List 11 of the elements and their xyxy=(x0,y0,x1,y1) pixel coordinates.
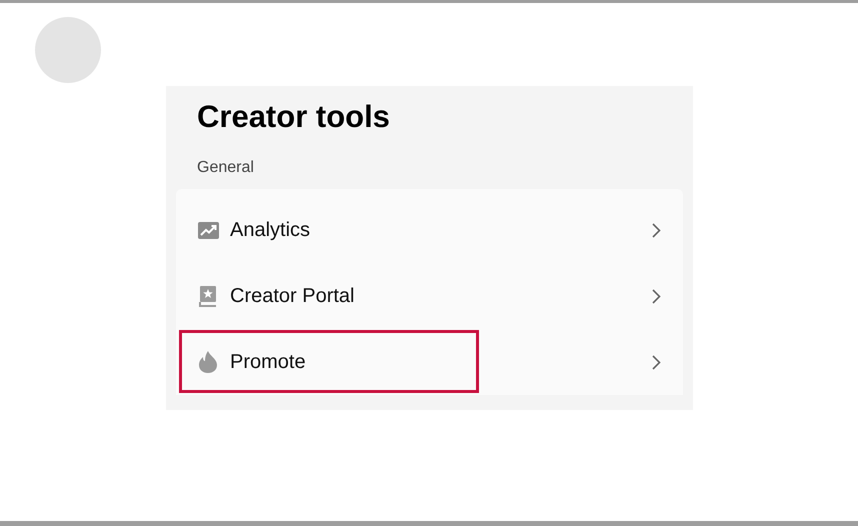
chart-icon xyxy=(198,222,218,238)
menu-item[interactable]: Analytics xyxy=(176,197,683,263)
page-title: Creator tools xyxy=(197,98,391,136)
menu-item[interactable]: Creator Portal xyxy=(176,263,683,329)
chevron-icon xyxy=(652,288,661,304)
chevron-icon xyxy=(652,222,661,238)
flame-icon xyxy=(198,351,218,373)
section-label: General xyxy=(197,158,255,178)
chevron-icon xyxy=(652,354,661,370)
menu-item[interactable]: Promote xyxy=(176,329,683,395)
star-book-icon xyxy=(199,285,217,307)
